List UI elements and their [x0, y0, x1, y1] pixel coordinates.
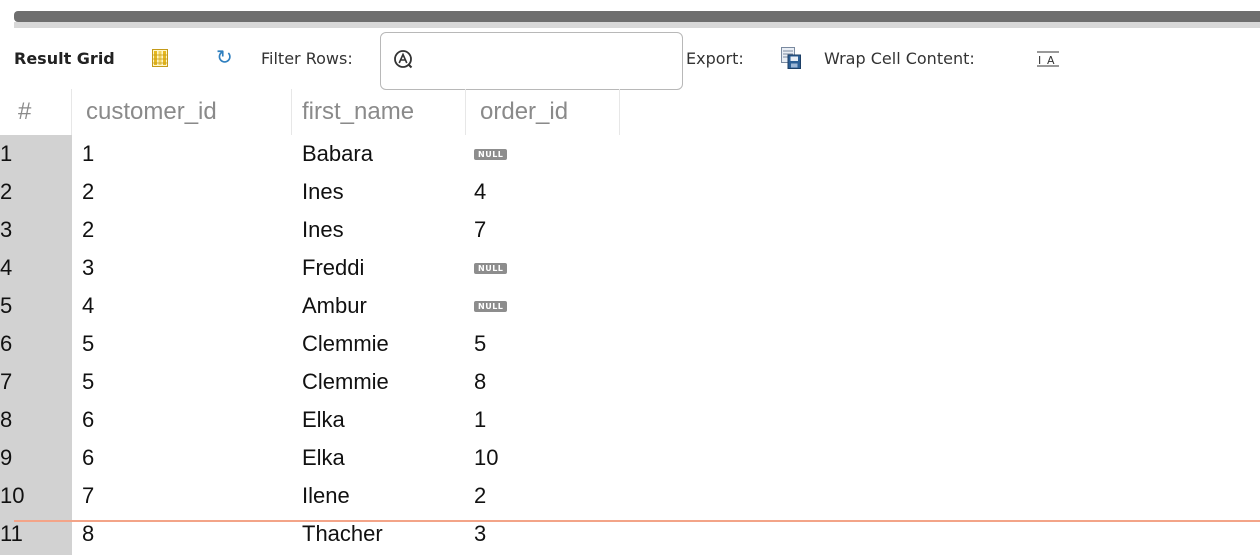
grid-header: # customer_id first_name order_id: [0, 89, 1260, 135]
result-grid-icon[interactable]: [152, 49, 168, 67]
column-header-customer-id[interactable]: customer_id: [72, 89, 292, 135]
svg-text:A: A: [1047, 54, 1055, 67]
cell-first-name[interactable]: Clemmie: [302, 363, 389, 401]
cell-rownum[interactable]: 5: [0, 287, 12, 325]
cell-customer-id[interactable]: 6: [82, 401, 94, 439]
cell-first-name[interactable]: Ambur: [302, 287, 367, 325]
column-header-rownum[interactable]: #: [0, 89, 72, 135]
result-grid-label: Result Grid: [14, 49, 115, 68]
filter-rows-box[interactable]: [380, 32, 683, 90]
cell-first-name[interactable]: Ines: [302, 173, 344, 211]
table-row[interactable]: 6 5 Clemmie 5: [0, 325, 1260, 363]
refresh-icon[interactable]: ↻: [216, 48, 233, 68]
cell-order-id[interactable]: 10: [474, 439, 498, 477]
table-row[interactable]: 2 2 Ines 4: [0, 173, 1260, 211]
table-row[interactable]: 4 3 Freddi NULL: [0, 249, 1260, 287]
wrap-cell-content-label: Wrap Cell Content:: [824, 49, 975, 68]
wrap-cell-content-icon[interactable]: I A: [1036, 51, 1060, 67]
cell-customer-id[interactable]: 7: [82, 477, 94, 515]
cell-order-id[interactable]: 5: [474, 325, 486, 363]
cell-first-name[interactable]: Ines: [302, 211, 344, 249]
filter-rows-label: Filter Rows:: [261, 49, 353, 68]
table-row[interactable]: 9 6 Elka 10: [0, 439, 1260, 477]
cell-first-name[interactable]: Babara: [302, 135, 373, 173]
cell-first-name[interactable]: Elka: [302, 401, 345, 439]
null-badge: NULL: [474, 300, 508, 312]
cell-rownum[interactable]: 4: [0, 249, 12, 287]
cell-first-name[interactable]: Freddi: [302, 249, 364, 287]
cell-order-id[interactable]: 8: [474, 363, 486, 401]
cell-order-id[interactable]: 2: [474, 477, 486, 515]
export-label: Export:: [686, 49, 744, 68]
cell-customer-id[interactable]: 5: [82, 363, 94, 401]
null-badge: NULL: [474, 262, 508, 274]
cell-order-id[interactable]: 7: [474, 211, 486, 249]
cell-order-id[interactable]: NULL: [474, 249, 508, 287]
cell-rownum[interactable]: 8: [0, 401, 12, 439]
table-row[interactable]: 7 5 Clemmie 8: [0, 363, 1260, 401]
cell-rownum[interactable]: 6: [0, 325, 12, 363]
column-header-first-name[interactable]: first_name: [292, 89, 466, 135]
search-icon: [394, 50, 413, 69]
cell-rownum[interactable]: 10: [0, 477, 24, 515]
cell-first-name[interactable]: Elka: [302, 439, 345, 477]
top-bar-shadow: [14, 22, 1260, 28]
cell-first-name[interactable]: Ilene: [302, 477, 350, 515]
cell-rownum[interactable]: 7: [0, 363, 12, 401]
cell-customer-id[interactable]: 2: [82, 211, 94, 249]
cell-order-id[interactable]: NULL: [474, 135, 508, 173]
null-badge: NULL: [474, 148, 508, 160]
cell-order-id[interactable]: 4: [474, 173, 486, 211]
export-icon[interactable]: [781, 47, 801, 69]
cell-customer-id[interactable]: 4: [82, 287, 94, 325]
svg-text:I: I: [1038, 54, 1041, 67]
table-row[interactable]: 10 7 Ilene 2: [0, 477, 1260, 515]
filter-rows-input[interactable]: [417, 41, 677, 83]
cell-rownum[interactable]: 2: [0, 173, 12, 211]
cell-customer-id[interactable]: 6: [82, 439, 94, 477]
cell-rownum[interactable]: 1: [0, 135, 12, 173]
table-row[interactable]: 5 4 Ambur NULL: [0, 287, 1260, 325]
cell-customer-id[interactable]: 1: [82, 135, 94, 173]
table-row[interactable]: 8 6 Elka 1: [0, 401, 1260, 439]
column-header-order-id[interactable]: order_id: [466, 89, 620, 135]
table-row[interactable]: 1 1 Babara NULL: [0, 135, 1260, 173]
cell-order-id[interactable]: 1: [474, 401, 486, 439]
table-row[interactable]: 3 2 Ines 7: [0, 211, 1260, 249]
cell-order-id[interactable]: NULL: [474, 287, 508, 325]
cell-first-name[interactable]: Clemmie: [302, 325, 389, 363]
cell-customer-id[interactable]: 2: [82, 173, 94, 211]
cell-customer-id[interactable]: 3: [82, 249, 94, 287]
cell-rownum[interactable]: 9: [0, 439, 12, 477]
cell-customer-id[interactable]: 5: [82, 325, 94, 363]
top-scroll-bar[interactable]: [14, 11, 1260, 22]
cell-rownum[interactable]: 3: [0, 211, 12, 249]
edit-row-separator: [14, 520, 1260, 522]
